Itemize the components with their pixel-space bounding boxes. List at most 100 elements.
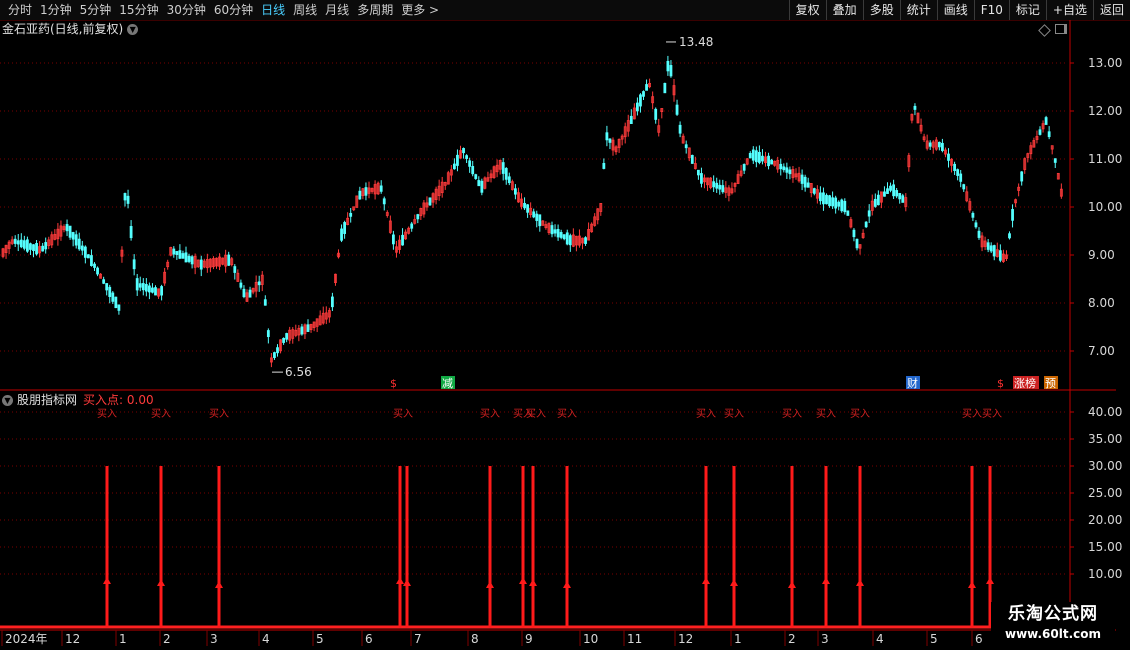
signal-text: 买入 bbox=[557, 408, 577, 420]
time-axis-label: 12 bbox=[678, 632, 693, 646]
candle-body bbox=[184, 252, 188, 263]
candle-body bbox=[785, 167, 789, 173]
low-label: 6.56 bbox=[285, 365, 312, 379]
candle-body bbox=[901, 195, 905, 203]
price-axis-label: 10.00 bbox=[1088, 200, 1122, 214]
candle-body bbox=[123, 193, 127, 201]
candle-body bbox=[523, 202, 526, 209]
price-axis-label: 8.00 bbox=[1088, 296, 1115, 310]
signal-arrow bbox=[529, 579, 537, 586]
candle-body bbox=[837, 201, 841, 207]
watermark-line2: www.60lt.com bbox=[1004, 627, 1102, 641]
candle-body bbox=[300, 326, 304, 335]
signal-text: 买入 bbox=[962, 408, 982, 420]
indicator-axis-label: 40.00 bbox=[1088, 405, 1122, 419]
candle-body bbox=[391, 234, 395, 245]
signal-text: 买入 bbox=[982, 408, 1002, 420]
time-axis-label: 2 bbox=[163, 632, 171, 646]
candle-body bbox=[532, 211, 536, 218]
candle-body bbox=[876, 194, 880, 206]
time-axis-label: 1 bbox=[119, 632, 127, 646]
candle-body bbox=[843, 200, 847, 213]
candle-body bbox=[678, 124, 682, 134]
candle-body bbox=[465, 155, 469, 159]
candle-body bbox=[132, 259, 136, 270]
candle-body bbox=[831, 197, 834, 207]
candle-body bbox=[25, 239, 29, 252]
high-label: 13.48 bbox=[679, 35, 713, 49]
candle-body bbox=[629, 115, 633, 125]
candle-body bbox=[584, 237, 587, 244]
candle-body bbox=[669, 65, 673, 77]
candle-body bbox=[96, 267, 99, 275]
watermark-logo: 乐淘公式网 www.60lt.com bbox=[991, 602, 1115, 646]
candle-body bbox=[959, 173, 963, 182]
candle-body bbox=[654, 108, 658, 120]
candle-body bbox=[401, 234, 404, 246]
time-axis-label: 5 bbox=[930, 632, 938, 646]
candle-body bbox=[239, 282, 243, 288]
candle-body bbox=[937, 141, 941, 148]
candle-body bbox=[175, 251, 179, 255]
candle-body bbox=[565, 232, 569, 245]
indicator-axis-label: 25.00 bbox=[1088, 486, 1122, 500]
candle-body bbox=[364, 187, 368, 196]
candle-body bbox=[41, 245, 45, 252]
signal-arrow bbox=[403, 579, 411, 586]
candle-body bbox=[452, 163, 456, 170]
candle-body bbox=[825, 194, 828, 205]
candle-body bbox=[87, 254, 90, 259]
candle-body bbox=[742, 164, 746, 171]
candle-body bbox=[1008, 233, 1011, 239]
chevron-down-icon[interactable]: ▼ bbox=[2, 394, 13, 406]
candle-body bbox=[889, 185, 892, 191]
candle-body bbox=[71, 232, 75, 240]
candle-body bbox=[111, 292, 115, 302]
time-axis-label: 9 bbox=[525, 632, 533, 646]
candle-body bbox=[721, 185, 725, 193]
candle-body bbox=[751, 149, 755, 161]
kline-chart[interactable]: 13.00 12.00 11.00 10.00 9.00 8.00 7.00 40.00 35.… bbox=[0, 0, 1130, 650]
candle-body bbox=[462, 148, 465, 154]
price-axis-label: 13.00 bbox=[1088, 56, 1122, 70]
candle-body bbox=[1038, 129, 1042, 135]
candle-body bbox=[90, 255, 93, 267]
candle-body bbox=[971, 212, 975, 218]
candle-body bbox=[501, 162, 505, 174]
candle-body bbox=[977, 230, 981, 238]
candle-body bbox=[74, 234, 78, 246]
candle-body bbox=[187, 255, 191, 262]
candle-body bbox=[883, 191, 886, 197]
candle-body bbox=[379, 185, 383, 192]
signal-arrow bbox=[788, 581, 796, 588]
candle-body bbox=[715, 182, 719, 189]
candle-body bbox=[126, 195, 130, 204]
signal-arrow bbox=[486, 581, 494, 588]
signal-text: 买入 bbox=[696, 408, 716, 420]
candle-body bbox=[559, 232, 563, 238]
candle-body bbox=[349, 212, 353, 217]
candle-body bbox=[974, 222, 978, 228]
price-axis-label: 12.00 bbox=[1088, 104, 1122, 118]
signal-arrow bbox=[986, 577, 994, 584]
candle-body bbox=[178, 250, 182, 259]
candle-body bbox=[1020, 171, 1024, 182]
candle-body bbox=[639, 94, 642, 107]
signal-text: 买入 bbox=[816, 408, 836, 420]
candle-body bbox=[867, 210, 871, 217]
candles bbox=[1, 55, 1063, 368]
candle-body bbox=[538, 214, 542, 227]
time-axis-label: 2 bbox=[788, 632, 796, 646]
candle-body bbox=[1011, 209, 1014, 221]
candle-body bbox=[748, 152, 752, 159]
candle-body bbox=[535, 213, 539, 221]
signal-text: 买入 bbox=[480, 408, 500, 420]
candle-body bbox=[172, 248, 176, 255]
candle-body bbox=[636, 102, 639, 112]
candle-body bbox=[468, 160, 472, 167]
candle-body bbox=[690, 154, 694, 164]
candle-body bbox=[382, 198, 386, 205]
time-axis-label: 3 bbox=[210, 632, 218, 646]
signal-arrow bbox=[730, 579, 738, 586]
candle-body bbox=[553, 229, 557, 234]
